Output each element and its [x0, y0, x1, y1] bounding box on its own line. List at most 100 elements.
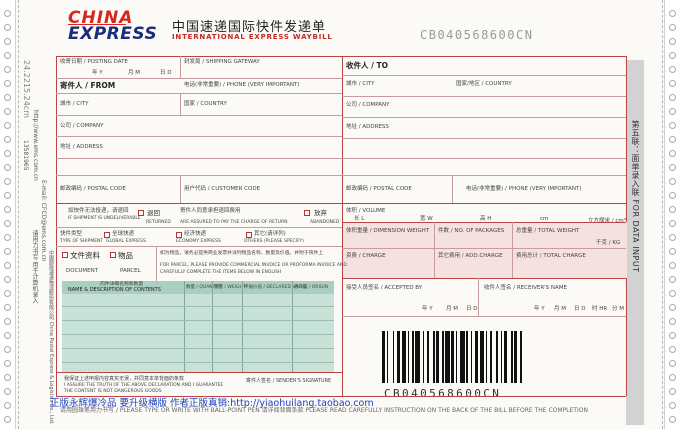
sender-company-label: 公司 / COMPANY — [60, 123, 104, 129]
shipment-type-label-en: TYPE OF SHIPMENT — [60, 239, 104, 244]
received-minute: 分 M — [612, 306, 624, 312]
barcode-bar — [503, 331, 507, 383]
feed-hole — [4, 24, 11, 31]
sender-city-label: 城市 / CITY — [60, 101, 89, 107]
col-divider-1 — [184, 281, 185, 372]
dimension-weight-label: 体积重量 / DIMENSION WEIGHT — [346, 228, 430, 234]
document-checkbox[interactable] — [62, 252, 68, 258]
contents-row-1 — [62, 306, 334, 307]
barcode-bar — [433, 331, 435, 383]
title-english: INTERNATIONAL EXPRESS WAYBILL — [172, 33, 333, 41]
feed-hole — [4, 164, 11, 171]
perforation-left — [18, 0, 19, 429]
form-code: 24.2215.24cm — [22, 60, 31, 118]
feed-hole — [669, 290, 676, 297]
charges-mid — [342, 248, 626, 249]
feed-hole — [4, 10, 11, 17]
other-type-label: 其它(请详列) — [254, 231, 286, 237]
recipient-line-5 — [342, 158, 626, 159]
accepted-year: 年 Y — [422, 306, 433, 312]
parcel-remark-en: FOR PARCEL, PLEASE PROVIDE COMMERCIAL IN… — [160, 263, 347, 268]
receiver-name-label: 收件人签名 / RECEIVER'S NAME — [484, 285, 567, 291]
recipient-country-label: 国家/地区 / COUNTRY — [456, 81, 512, 87]
barcode-number: CB040568600CN — [384, 387, 502, 400]
feed-hole — [4, 248, 11, 255]
feed-hole — [669, 164, 676, 171]
total-weight-label: 总重量 / TOTAL WEIGHT — [516, 228, 580, 234]
feed-hole — [4, 66, 11, 73]
feed-hole — [669, 108, 676, 115]
recipient-phone-label: 电话(非常重要) / PHONE (VERY IMPORTANT) — [466, 186, 582, 192]
recipient-postal-divider — [452, 175, 453, 203]
feed-hole — [669, 80, 676, 87]
feed-hole — [4, 332, 11, 339]
feed-hole — [4, 38, 11, 45]
barcode-bar — [397, 331, 400, 383]
sign-bottom — [342, 316, 626, 317]
barcode-bar — [427, 331, 429, 383]
sender-line-2 — [56, 115, 342, 116]
received-day: 日 D — [574, 306, 586, 312]
feed-hole — [4, 178, 11, 185]
barcode-bar — [436, 331, 439, 383]
tractor-strip-right — [664, 0, 680, 429]
barcode-bar — [485, 331, 487, 383]
feed-hole — [4, 192, 11, 199]
col-divider-4 — [292, 281, 293, 372]
return-label: 退回 — [147, 209, 160, 217]
feed-hole — [669, 178, 676, 185]
posting-month: 月 M — [128, 70, 140, 76]
feed-hole — [4, 206, 11, 213]
barcode — [382, 331, 584, 383]
parcel-remark-en2: CAREFULLY COMPLETE THE ITEMS BELOW IN EN… — [160, 270, 282, 275]
recipient-line-1 — [342, 75, 626, 76]
accepted-day: 日 D — [466, 306, 478, 312]
tractor-strip-left — [0, 0, 16, 429]
received-hour: 时 HR — [592, 306, 608, 312]
feed-hole — [4, 150, 11, 157]
sender-city-divider — [180, 93, 181, 115]
barcode-bar — [455, 331, 457, 383]
shipping-gateway-label: 封发局 / SHIPPING GATEWAY — [184, 59, 260, 65]
declaration-en2: THE CONTENT IS NOT DANGEROUS GOODS — [64, 389, 162, 394]
sender-title: 寄件人 / FROM — [60, 81, 116, 90]
global-express-label: 全球快递 — [112, 231, 135, 237]
feed-hole — [669, 52, 676, 59]
barcode-bar — [382, 331, 385, 383]
feed-hole — [669, 220, 676, 227]
barcode-bar — [470, 331, 472, 383]
contents-row-5 — [62, 362, 334, 363]
feed-hole — [669, 304, 676, 311]
feed-hole — [4, 346, 11, 353]
feed-hole — [4, 80, 11, 87]
other-type-label-en: OTHERS (PLEASE SPECIFY) — [244, 239, 304, 244]
contents-header-en: NAME & DESCRIPTION OF CONTENTS — [68, 287, 161, 293]
logo-express: EXPRESS — [68, 24, 158, 44]
accepted-by-label: 接受人员签名 / ACCEPTED BY — [346, 285, 423, 291]
abandon-checkbox[interactable] — [304, 210, 310, 216]
barcode-bar — [415, 331, 420, 383]
add-charge-label: 其它费用 / ADD.CHARGE — [438, 253, 503, 259]
return-label-en: RETURNED — [146, 220, 171, 225]
feed-hole — [669, 136, 676, 143]
feed-hole — [669, 332, 676, 339]
feed-hole — [669, 206, 676, 213]
barcode-bar — [490, 331, 492, 383]
col-divider-3 — [242, 281, 243, 372]
return-checkbox[interactable] — [138, 210, 144, 216]
feed-hole — [669, 416, 676, 423]
feed-hole — [669, 234, 676, 241]
parcel-checkbox[interactable] — [110, 252, 116, 258]
feed-hole — [669, 24, 676, 31]
serial-number-top: CB040568600CN — [420, 28, 534, 42]
barcode-bar — [520, 331, 522, 383]
undeliverable-label: 如快件无法投递，请退回 — [68, 208, 129, 214]
phone-code-text: 13581965 — [22, 140, 29, 171]
sender-section-bottom — [56, 203, 626, 204]
email-text: E-mail: CFCD@ems.com.cn — [40, 180, 47, 262]
volume-label: 体积 / VOLUME — [346, 208, 386, 214]
undeliverable-row-bottom — [56, 227, 342, 228]
feed-hole — [4, 52, 11, 59]
sign-divider — [478, 278, 479, 316]
feed-hole — [669, 150, 676, 157]
